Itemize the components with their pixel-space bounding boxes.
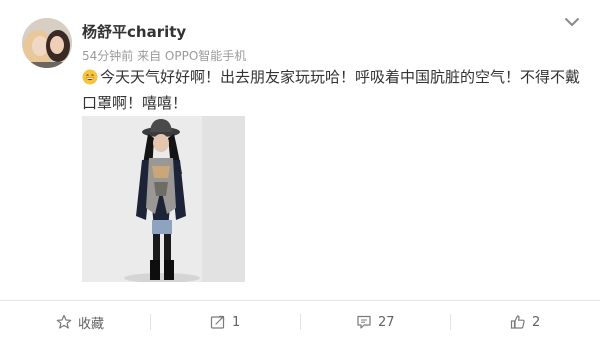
action-separator — [450, 314, 451, 330]
post-meta: 54分钟前 来自 OPPO智能手机 — [82, 49, 247, 63]
action-bar: 收藏 1 27 2 — [0, 301, 600, 343]
star-icon — [56, 314, 72, 329]
post-text-content: 今天天气好好啊！出去朋友家玩玩哈！呼吸着中国肮脏的空气！不得不戴口罩啊！嘻嘻！ — [82, 68, 581, 112]
thumbs-up-icon — [510, 315, 525, 329]
chevron-down-icon[interactable] — [561, 14, 583, 30]
like-count: 2 — [532, 314, 541, 330]
like-button[interactable]: 2 — [510, 301, 540, 343]
repost-button[interactable]: 1 — [210, 301, 240, 343]
action-separator — [300, 314, 301, 330]
share-icon — [210, 315, 225, 329]
weibo-post-card: 杨舒平charity 54分钟前 来自 OPPO智能手机 今天天气好好啊！出去朋… — [0, 0, 600, 343]
comment-icon — [357, 315, 371, 329]
comment-count: 27 — [378, 314, 395, 330]
comment-button[interactable]: 27 — [356, 301, 395, 343]
repost-count: 1 — [232, 314, 241, 330]
action-separator — [150, 314, 151, 330]
avatar[interactable] — [22, 18, 72, 68]
grinning-face-icon — [82, 67, 98, 85]
favorite-button[interactable]: 收藏 — [56, 301, 104, 343]
post-photo[interactable] — [82, 116, 245, 282]
favorite-label: 收藏 — [78, 316, 105, 332]
username[interactable]: 杨舒平charity — [82, 21, 186, 42]
post-text: 今天天气好好啊！出去朋友家玩玩哈！呼吸着中国肮脏的空气！不得不戴口罩啊！嘻嘻！ — [82, 64, 582, 116]
